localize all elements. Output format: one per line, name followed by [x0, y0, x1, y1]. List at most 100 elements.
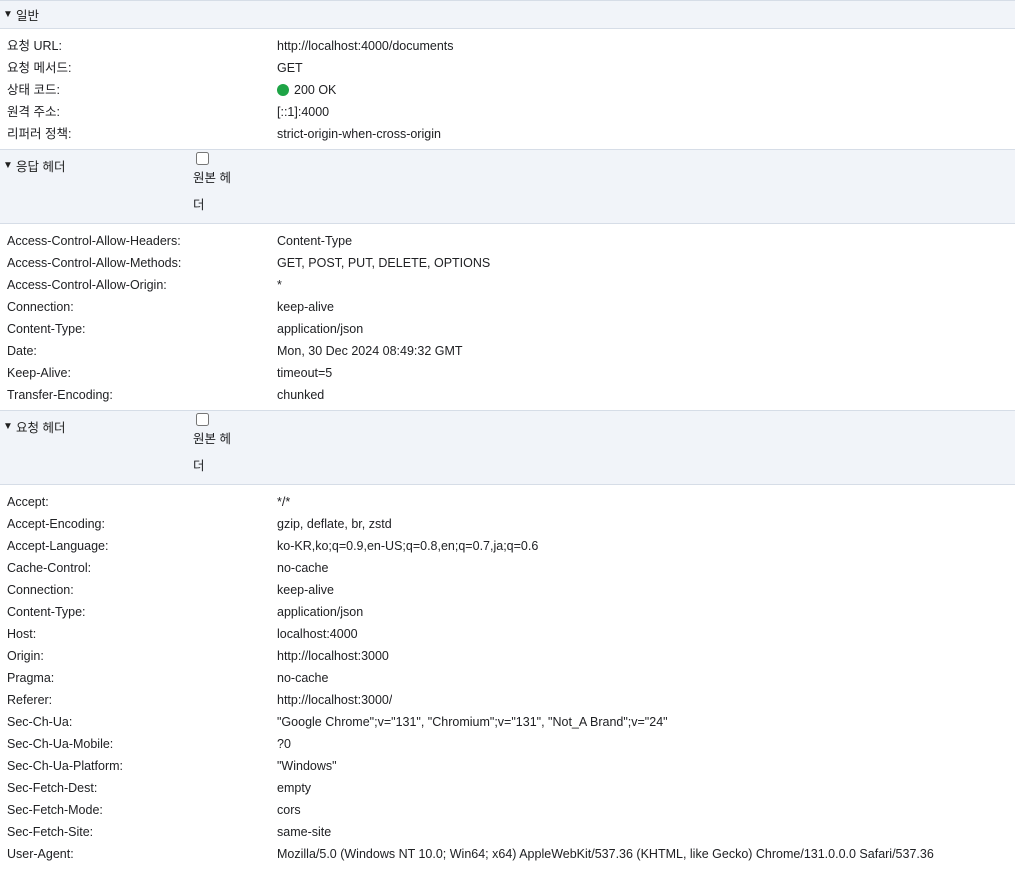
header-key: Keep-Alive: — [7, 366, 71, 380]
header-value: keep-alive — [277, 583, 334, 597]
header-value: Mozilla/5.0 (Windows NT 10.0; Win64; x64… — [277, 847, 934, 861]
header-value: strict-origin-when-cross-origin — [277, 127, 441, 141]
raw-headers-toggle-response[interactable]: 원본 헤더 — [193, 150, 253, 219]
header-row: Sec-Fetch-Dest: empty — [0, 777, 1015, 799]
raw-headers-toggle-request[interactable]: 원본 헤더 — [193, 411, 253, 480]
header-key: Content-Type: — [7, 605, 86, 619]
header-row: Sec-Ch-Ua-Mobile: ?0 — [0, 733, 1015, 755]
header-row: Content-Type: application/json — [0, 601, 1015, 623]
header-value: ?0 — [277, 737, 291, 751]
header-key: Referer: — [7, 693, 53, 707]
header-key: 리퍼러 정책: — [7, 127, 72, 141]
header-key: Date: — [7, 344, 37, 358]
header-value: GET — [277, 61, 303, 75]
header-key: Access-Control-Allow-Origin: — [7, 278, 167, 292]
section-header-request[interactable]: ▼ 요청 헤더 원본 헤더 — [0, 410, 1015, 485]
header-row: 요청 URL: http://localhost:4000/documents — [0, 35, 1015, 57]
header-key: Sec-Fetch-Dest: — [7, 781, 98, 795]
header-row: 원격 주소: [::1]:4000 — [0, 101, 1015, 123]
header-row: Accept: */* — [0, 491, 1015, 513]
section-title-response: 응답 헤더 — [16, 160, 66, 174]
raw-headers-checkbox[interactable] — [196, 152, 209, 165]
raw-headers-label: 원본 헤더 — [193, 171, 231, 212]
header-value: Content-Type — [277, 234, 353, 248]
header-value: http://localhost:3000/ — [277, 693, 393, 707]
section-toggle-response[interactable]: ▼ 응답 헤더 — [0, 150, 193, 175]
header-value: gzip, deflate, br, zstd — [277, 517, 392, 531]
header-row: Sec-Ch-Ua-Platform: "Windows" — [0, 755, 1015, 777]
header-key: Origin: — [7, 649, 44, 663]
header-value: http://localhost:4000/documents — [277, 39, 454, 53]
header-row: Sec-Fetch-Mode: cors — [0, 799, 1015, 821]
response-header-rows: Access-Control-Allow-Headers: Content-Typ… — [0, 224, 1015, 410]
header-value: Mon, 30 Dec 2024 08:49:32 GMT — [277, 344, 463, 358]
header-value: ko-KR,ko;q=0.9,en-US;q=0.8,en;q=0.7,ja;q… — [277, 539, 539, 553]
header-key: Sec-Ch-Ua: — [7, 715, 73, 729]
header-value: [::1]:4000 — [277, 105, 330, 119]
header-key: Access-Control-Allow-Headers: — [7, 234, 181, 248]
raw-headers-checkbox[interactable] — [196, 413, 209, 426]
header-key: 상태 코드: — [7, 83, 60, 97]
header-key: Accept: — [7, 495, 49, 509]
caret-down-icon: ▼ — [3, 160, 13, 171]
header-row: 리퍼러 정책: strict-origin-when-cross-origin — [0, 123, 1015, 145]
header-value: application/json — [277, 605, 364, 619]
header-row: Accept-Language: ko-KR,ko;q=0.9,en-US;q=0… — [0, 535, 1015, 557]
header-key: Sec-Ch-Ua-Mobile: — [7, 737, 114, 751]
header-value: keep-alive — [277, 300, 334, 314]
general-rows: 요청 URL: http://localhost:4000/documents 요청… — [0, 29, 1015, 149]
header-key: Sec-Fetch-Site: — [7, 825, 94, 839]
header-key: Host: — [7, 627, 37, 641]
header-row: Transfer-Encoding: chunked — [0, 384, 1015, 406]
header-row: User-Agent: Mozilla/5.0 (Windows NT 10.0;… — [0, 843, 1015, 865]
header-row: Origin: http://localhost:3000 — [0, 645, 1015, 667]
header-row: Date: Mon, 30 Dec 2024 08:49:32 GMT — [0, 340, 1015, 362]
network-headers-panel: ▼ 일반 요청 URL: http://localhost:4000/docume… — [0, 0, 1015, 871]
header-key: 원격 주소: — [7, 105, 60, 119]
header-value: "Google Chrome";v="131", "Chromium";v="1… — [277, 715, 668, 729]
status-text: 200 OK — [294, 83, 337, 97]
header-value: cors — [277, 803, 301, 817]
header-key: Connection: — [7, 583, 74, 597]
header-row: Cache-Control: no-cache — [0, 557, 1015, 579]
header-row: Referer: http://localhost:3000/ — [0, 689, 1015, 711]
header-key: Sec-Ch-Ua-Platform: — [7, 759, 123, 773]
header-key: Cache-Control: — [7, 561, 92, 575]
header-row: Host: localhost:4000 — [0, 623, 1015, 645]
section-toggle-request[interactable]: ▼ 요청 헤더 — [0, 411, 193, 436]
section-title-request: 요청 헤더 — [16, 421, 66, 435]
header-key: Pragma: — [7, 671, 55, 685]
header-key: Access-Control-Allow-Methods: — [7, 256, 182, 270]
header-value: localhost:4000 — [277, 627, 358, 641]
header-row: Pragma: no-cache — [0, 667, 1015, 689]
header-value: no-cache — [277, 671, 329, 685]
header-key: 요청 메서드: — [7, 61, 72, 75]
header-key: Connection: — [7, 300, 74, 314]
section-header-response[interactable]: ▼ 응답 헤더 원본 헤더 — [0, 149, 1015, 224]
header-row: Connection: keep-alive — [0, 579, 1015, 601]
header-row: Keep-Alive: timeout=5 — [0, 362, 1015, 384]
header-row: Access-Control-Allow-Methods: GET, POST, … — [0, 252, 1015, 274]
header-value: GET, POST, PUT, DELETE, OPTIONS — [277, 256, 491, 270]
header-row: Sec-Fetch-Site: same-site — [0, 821, 1015, 843]
section-header-general[interactable]: ▼ 일반 — [0, 0, 1015, 29]
header-value: 200 OK — [277, 79, 336, 101]
header-key: Accept-Encoding: — [7, 517, 105, 531]
header-value: chunked — [277, 388, 325, 402]
header-row: Content-Type: application/json — [0, 318, 1015, 340]
section-toggle-general[interactable]: ▼ 일반 — [0, 5, 193, 24]
header-key: Content-Type: — [7, 322, 86, 336]
header-row: Sec-Ch-Ua: "Google Chrome";v="131", "Chro… — [0, 711, 1015, 733]
header-value: */* — [277, 495, 291, 509]
request-header-rows: Accept: */* Accept-Encoding: gzip, deflate,… — [0, 485, 1015, 869]
header-key: Transfer-Encoding: — [7, 388, 113, 402]
header-key: 요청 URL: — [7, 39, 62, 53]
header-value: * — [277, 278, 282, 292]
section-title-general: 일반 — [16, 9, 40, 23]
status-ok-icon — [277, 84, 289, 96]
header-row: 요청 메서드: GET — [0, 57, 1015, 79]
header-row: Accept-Encoding: gzip, deflate, br, zstd — [0, 513, 1015, 535]
header-row: 상태 코드: 200 OK — [0, 79, 1015, 101]
header-row: Connection: keep-alive — [0, 296, 1015, 318]
header-value: "Windows" — [277, 759, 337, 773]
